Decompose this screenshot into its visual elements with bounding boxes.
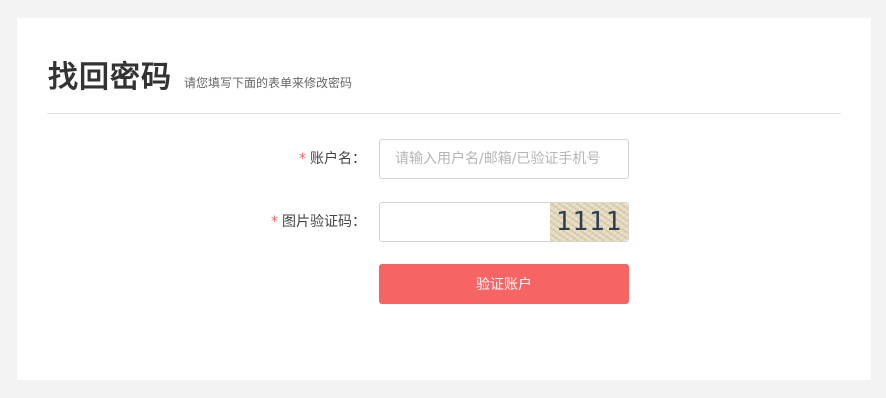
account-input-box — [379, 139, 629, 179]
captcha-label-text: 图片验证码： — [282, 214, 366, 230]
required-mark: * — [299, 151, 306, 167]
captcha-input[interactable] — [380, 203, 552, 241]
account-input[interactable] — [380, 140, 628, 178]
account-label-text: 账户名： — [310, 151, 366, 167]
captcha-row: * 图片验证码： 1111 — [17, 202, 871, 242]
captcha-image[interactable]: 1111 — [550, 203, 628, 241]
captcha-input-box: 1111 — [379, 202, 629, 242]
page-title: 找回密码 — [48, 60, 172, 95]
captcha-label: * 图片验证码： — [271, 202, 366, 242]
header-divider — [47, 113, 841, 114]
captcha-image-text: 1111 — [555, 207, 623, 237]
submit-row: 验证账户 — [17, 264, 871, 304]
account-label: * 账户名： — [299, 139, 366, 179]
verify-account-button[interactable]: 验证账户 — [379, 264, 629, 304]
page-subtitle: 请您填写下面的表单来修改密码 — [184, 76, 353, 90]
page-header: 找回密码 请您填写下面的表单来修改密码 — [48, 52, 352, 96]
form-card: 找回密码 请您填写下面的表单来修改密码 *账户名： *图片验证码： 1111 验… — [17, 18, 871, 380]
required-mark: * — [271, 214, 278, 230]
account-row: * 账户名： — [17, 139, 871, 179]
